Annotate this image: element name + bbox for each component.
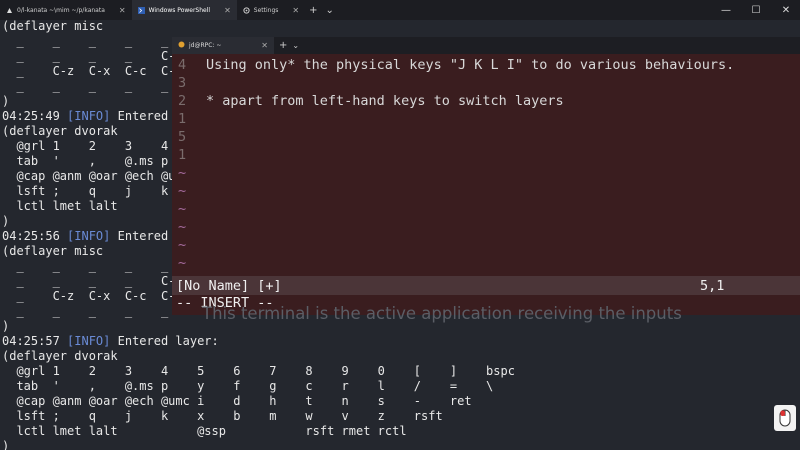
vim-tab[interactable]: jd@RPC: ~ ✕ bbox=[172, 37, 274, 54]
minimize-button[interactable]: — bbox=[712, 0, 740, 20]
buffer-line: 4 Using only* the physical keys "J K L I"… bbox=[178, 57, 734, 75]
terminal-line: (deflayer misc bbox=[2, 19, 104, 33]
new-tab-button[interactable]: + bbox=[274, 40, 292, 51]
empty-line-tilde: ~ bbox=[178, 183, 187, 199]
log-level: [INFO] bbox=[67, 229, 111, 243]
tab-dropdown-button[interactable]: ⌄ bbox=[321, 5, 337, 16]
vim-window-titlebar: jd@RPC: ~ ✕ + ⌄ bbox=[172, 37, 800, 54]
tab-powershell[interactable]: Windows PowerShell ✕ bbox=[131, 0, 237, 20]
buffer-line: 1 bbox=[178, 147, 206, 165]
buffer-line: 5 bbox=[178, 129, 206, 147]
line-number: 3 bbox=[178, 75, 187, 91]
log-level: [INFO] bbox=[67, 334, 111, 348]
maximize-button[interactable]: ☐ bbox=[742, 0, 770, 20]
window-tab-bar: 0/l-kanata ~\mim ~/p/kanata ✕ Windows Po… bbox=[0, 0, 800, 20]
tab-kanata[interactable]: 0/l-kanata ~\mim ~/p/kanata ✕ bbox=[0, 0, 132, 20]
tab-dropdown-button[interactable]: ⌄ bbox=[292, 41, 299, 50]
tab-label: Windows PowerShell bbox=[148, 6, 211, 14]
close-icon[interactable]: ✕ bbox=[292, 6, 299, 15]
line-number: 4 bbox=[178, 57, 187, 73]
close-icon[interactable]: ✕ bbox=[224, 6, 231, 15]
terminal-line: 04:25:57 [INFO] Entered layer: bbox=[2, 334, 219, 348]
terminal-icon bbox=[6, 7, 13, 14]
line-text: * apart from left-hand keys to switch la… bbox=[206, 93, 564, 109]
gear-icon bbox=[243, 6, 250, 14]
annotation-caption: This terminal is the active application … bbox=[202, 304, 682, 323]
powershell-icon bbox=[137, 6, 145, 14]
buffer-line: 3 bbox=[178, 75, 206, 93]
buffer-line: 1 bbox=[178, 111, 206, 129]
new-tab-button[interactable]: + bbox=[305, 5, 321, 16]
cursor-position: 5,1 bbox=[700, 277, 725, 294]
log-level: [INFO] bbox=[67, 109, 111, 123]
empty-line-tilde: ~ bbox=[178, 237, 187, 253]
tab-settings[interactable]: Settings ✕ bbox=[237, 0, 305, 20]
line-number: 2 bbox=[178, 93, 187, 109]
linux-icon bbox=[178, 41, 185, 50]
terminal-line: @cap @anm @oar @ech @umc i d h t n s - r… bbox=[2, 394, 472, 408]
line-text: Using only* the physical keys "J K L I" … bbox=[206, 57, 735, 73]
line-number: 1 bbox=[178, 111, 187, 127]
empty-line-tilde: ~ bbox=[178, 201, 187, 217]
empty-line-tilde: ~ bbox=[178, 165, 187, 181]
close-icon[interactable]: ✕ bbox=[119, 6, 126, 15]
terminal-line: ) bbox=[2, 439, 10, 450]
close-window-button[interactable]: ✕ bbox=[772, 0, 800, 20]
vim-buffer[interactable]: 4 Using only* the physical keys "J K L I"… bbox=[172, 54, 800, 276]
mouse-icon[interactable] bbox=[774, 405, 796, 431]
buffer-name: [No Name] [+] bbox=[176, 277, 282, 294]
line-number: 1 bbox=[178, 147, 187, 163]
empty-line-tilde: ~ bbox=[178, 219, 187, 235]
tab-label: 0/l-kanata ~\mim ~/p/kanata bbox=[17, 6, 105, 14]
vim-tab-label: jd@RPC: ~ bbox=[189, 42, 222, 49]
terminal-line: lsft ; q j k x b m w v z rsft bbox=[2, 409, 443, 423]
tab-label: Settings bbox=[253, 6, 279, 14]
empty-line-tilde: ~ bbox=[178, 255, 187, 271]
terminal-line: (deflayer dvorak bbox=[2, 349, 118, 363]
close-icon[interactable]: ✕ bbox=[261, 41, 268, 50]
vim-status-line: [No Name] [+] 5,1 bbox=[172, 276, 800, 295]
buffer-line: 2 * apart from left-hand keys to switch l… bbox=[178, 93, 564, 111]
line-number: 5 bbox=[178, 129, 187, 145]
terminal-line: tab ' , @.ms p y f g c r l / = \ bbox=[2, 379, 494, 393]
vim-terminal-window[interactable]: jd@RPC: ~ ✕ + ⌄ 4 Using only* the physica… bbox=[172, 37, 800, 315]
terminal-line: @grl 1 2 3 4 5 6 7 8 9 0 [ ] bspc bbox=[2, 364, 515, 378]
terminal-line: lctl lmet lalt @ssp rsft rmet rctl bbox=[2, 424, 407, 438]
